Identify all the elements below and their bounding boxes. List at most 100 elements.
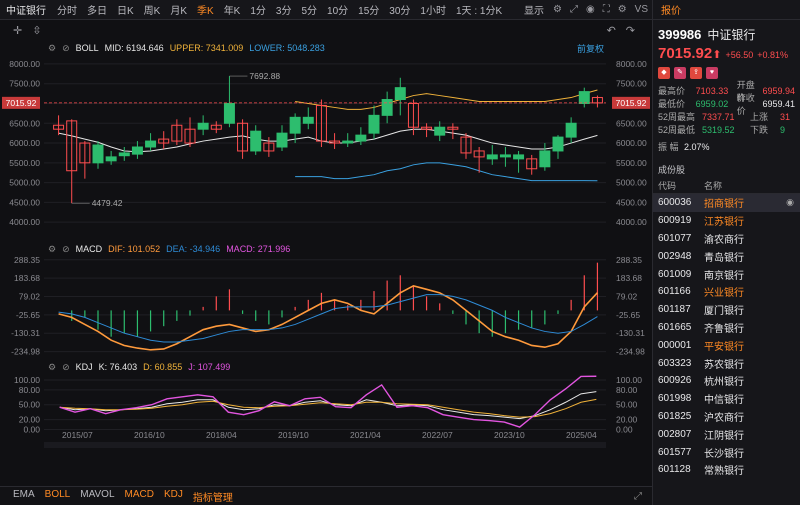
x-tick-label: 2023/10 <box>494 430 525 440</box>
stock-name: 招商银行 <box>704 199 744 211</box>
list-item[interactable]: 600926 杭州银行 <box>653 372 800 390</box>
list-item[interactable]: 601998 中信银行 <box>653 390 800 408</box>
y-tick-label-right: 79.02 <box>616 292 638 302</box>
indicator-tab[interactable]: 指标管理 <box>188 489 238 504</box>
candle-body <box>289 116 301 134</box>
stock-name: 江苏银行 <box>704 217 744 229</box>
period-tab[interactable]: 分时 <box>52 2 82 17</box>
indicator-tab[interactable]: EMA <box>8 489 40 504</box>
candle-body <box>552 136 564 152</box>
period-tab[interactable]: 15分 <box>353 2 384 17</box>
y-tick-label-right: 183.68 <box>616 273 642 283</box>
list-item[interactable]: 601825 沪农商行 <box>653 408 800 426</box>
period-tab[interactable]: 30分 <box>384 2 415 17</box>
y-tick-label-left: 6500.00 <box>9 118 40 128</box>
alert-icon[interactable]: ◆ <box>658 67 670 79</box>
period-tab[interactable]: 3分 <box>271 2 297 17</box>
candle-body <box>118 152 130 157</box>
camera-icon[interactable]: ◉ <box>582 4 599 15</box>
compare-icon[interactable]: VS <box>631 4 652 15</box>
stock-code: 002948 <box>658 250 692 262</box>
security-name: 中证银行 <box>707 28 756 42</box>
period-tab[interactable]: 周K <box>139 2 166 17</box>
candle-body <box>499 154 511 158</box>
action-tags: ◆ ✎ ⇪ ♥ <box>653 64 800 82</box>
stock-name: 厦门银行 <box>704 306 744 318</box>
y-tick-label-right: 6000.00 <box>616 138 647 148</box>
list-item[interactable]: 002807 江阴银行 <box>653 425 800 443</box>
period-tab[interactable]: 日K <box>112 2 139 17</box>
cursor-icon[interactable]: ⇳ <box>27 24 46 37</box>
stock-code: 002807 <box>658 428 692 440</box>
y-tick-label-right: -234.98 <box>616 347 645 357</box>
display-menu[interactable]: 显示 <box>519 2 549 17</box>
settings-icon[interactable]: ⚙ <box>549 4 566 15</box>
indicator-tab[interactable]: MACD <box>120 489 159 504</box>
period-tab[interactable]: 1小时 <box>415 2 451 17</box>
favorite-icon[interactable]: ♥ <box>706 67 718 79</box>
y-tick-label-right: 8000.00 <box>616 59 647 69</box>
target-icon[interactable]: ◉ <box>786 197 794 208</box>
list-item[interactable]: 600919 江苏银行 <box>653 212 800 230</box>
list-item[interactable]: 601128 常熟银行 <box>653 461 800 479</box>
stock-name: 兴业银行 <box>704 288 744 300</box>
list-item[interactable]: 002948 青岛银行 <box>653 247 800 265</box>
list-item[interactable]: 601009 南京银行 <box>653 265 800 283</box>
indicator-tab[interactable]: MAVOL <box>75 489 119 504</box>
amplitude-row: 振 幅 2.07% <box>653 138 800 155</box>
y-tick-label-left: 183.68 <box>14 273 40 283</box>
list-item[interactable]: 601665 齐鲁银行 <box>653 319 800 337</box>
chart-area[interactable]: ⚙ ⊘ BOLL MID: 6194.646 UPPER: 7341.009 L… <box>0 38 652 448</box>
stat-value: 6959.02 <box>695 98 729 109</box>
tab-quote[interactable]: 报价 <box>653 2 689 17</box>
y-tick-label-left: 288.35 <box>14 255 40 265</box>
price-change-pct: +0.81% <box>757 50 789 60</box>
share-icon[interactable]: ⇪ <box>690 67 702 79</box>
expand-icon[interactable]: ⤢ <box>634 491 642 502</box>
period-tab[interactable]: 1分 <box>245 2 271 17</box>
period-tab[interactable]: 1天 : 1分K <box>451 2 507 17</box>
period-tab[interactable]: 10分 <box>322 2 353 17</box>
list-item[interactable]: 601077 渝农商行 <box>653 230 800 248</box>
y-tick-label-right: 6500.00 <box>616 118 647 128</box>
stat-value: 7337.71 <box>702 111 735 122</box>
candle-body <box>381 99 393 116</box>
indicator-tab[interactable]: KDJ <box>159 489 188 504</box>
quote-panel: 报价 399986 中证银行 7015.92 ⬆ +56.50 +0.81% ◆… <box>652 0 800 505</box>
kline-chart-svg[interactable]: 8000.008000.007500.007500.007000.007000.… <box>0 38 652 448</box>
list-item[interactable]: 600036 招商银行 ◉ <box>653 194 800 212</box>
window-title: 中证银行 <box>6 6 46 17</box>
period-tab[interactable]: 月K <box>165 2 192 17</box>
redo-icon[interactable]: ↷ <box>621 24 640 37</box>
col-code[interactable]: 代码 <box>658 179 704 192</box>
list-item[interactable]: 601187 厦门银行 <box>653 301 800 319</box>
col-name[interactable]: 名称 <box>704 179 722 192</box>
list-item[interactable]: 000001 平安银行 <box>653 336 800 354</box>
stat-row: 52周最高 7337.71 上涨 31 <box>658 110 795 123</box>
y-tick-label-right: 4000.00 <box>616 217 647 227</box>
period-tab[interactable]: 年K <box>219 2 246 17</box>
candle-body <box>223 102 235 124</box>
y-tick-label-left: 80.00 <box>19 385 41 395</box>
gear-icon[interactable]: ⚙ <box>614 4 631 15</box>
crosshair-icon[interactable]: ✛ <box>8 24 27 37</box>
period-tab[interactable]: 季K <box>192 2 219 17</box>
y-tick-label-right: 0.00 <box>616 425 633 435</box>
top-toolbar: 中证银行 分时 多日 日K 周K 月K 季K 年K 1分 3分 5分 10分 15分 30分 1小时 1天 … <box>0 0 652 20</box>
stat-label: 最低价 <box>658 99 686 109</box>
list-item[interactable]: 601166 兴业银行 <box>653 283 800 301</box>
indicator-tab[interactable]: BOLL <box>40 489 76 504</box>
undo-icon[interactable]: ↶ <box>602 24 621 37</box>
stock-code: 601998 <box>658 393 692 405</box>
candle-body <box>394 87 406 101</box>
x-tick-label: 2022/07 <box>422 430 453 440</box>
note-icon[interactable]: ✎ <box>674 67 686 79</box>
fullscreen-icon[interactable]: ⤢ <box>566 4 582 15</box>
y-tick-label-right: 288.35 <box>616 255 642 265</box>
period-tab[interactable]: 多日 <box>82 2 112 17</box>
period-tab[interactable]: 5分 <box>296 2 322 17</box>
list-item[interactable]: 601577 长沙银行 <box>653 443 800 461</box>
list-item[interactable]: 603323 苏农银行 <box>653 354 800 372</box>
y-tick-label-left: 6000.00 <box>9 138 40 148</box>
maximize-icon[interactable]: ⛶ <box>599 4 614 15</box>
